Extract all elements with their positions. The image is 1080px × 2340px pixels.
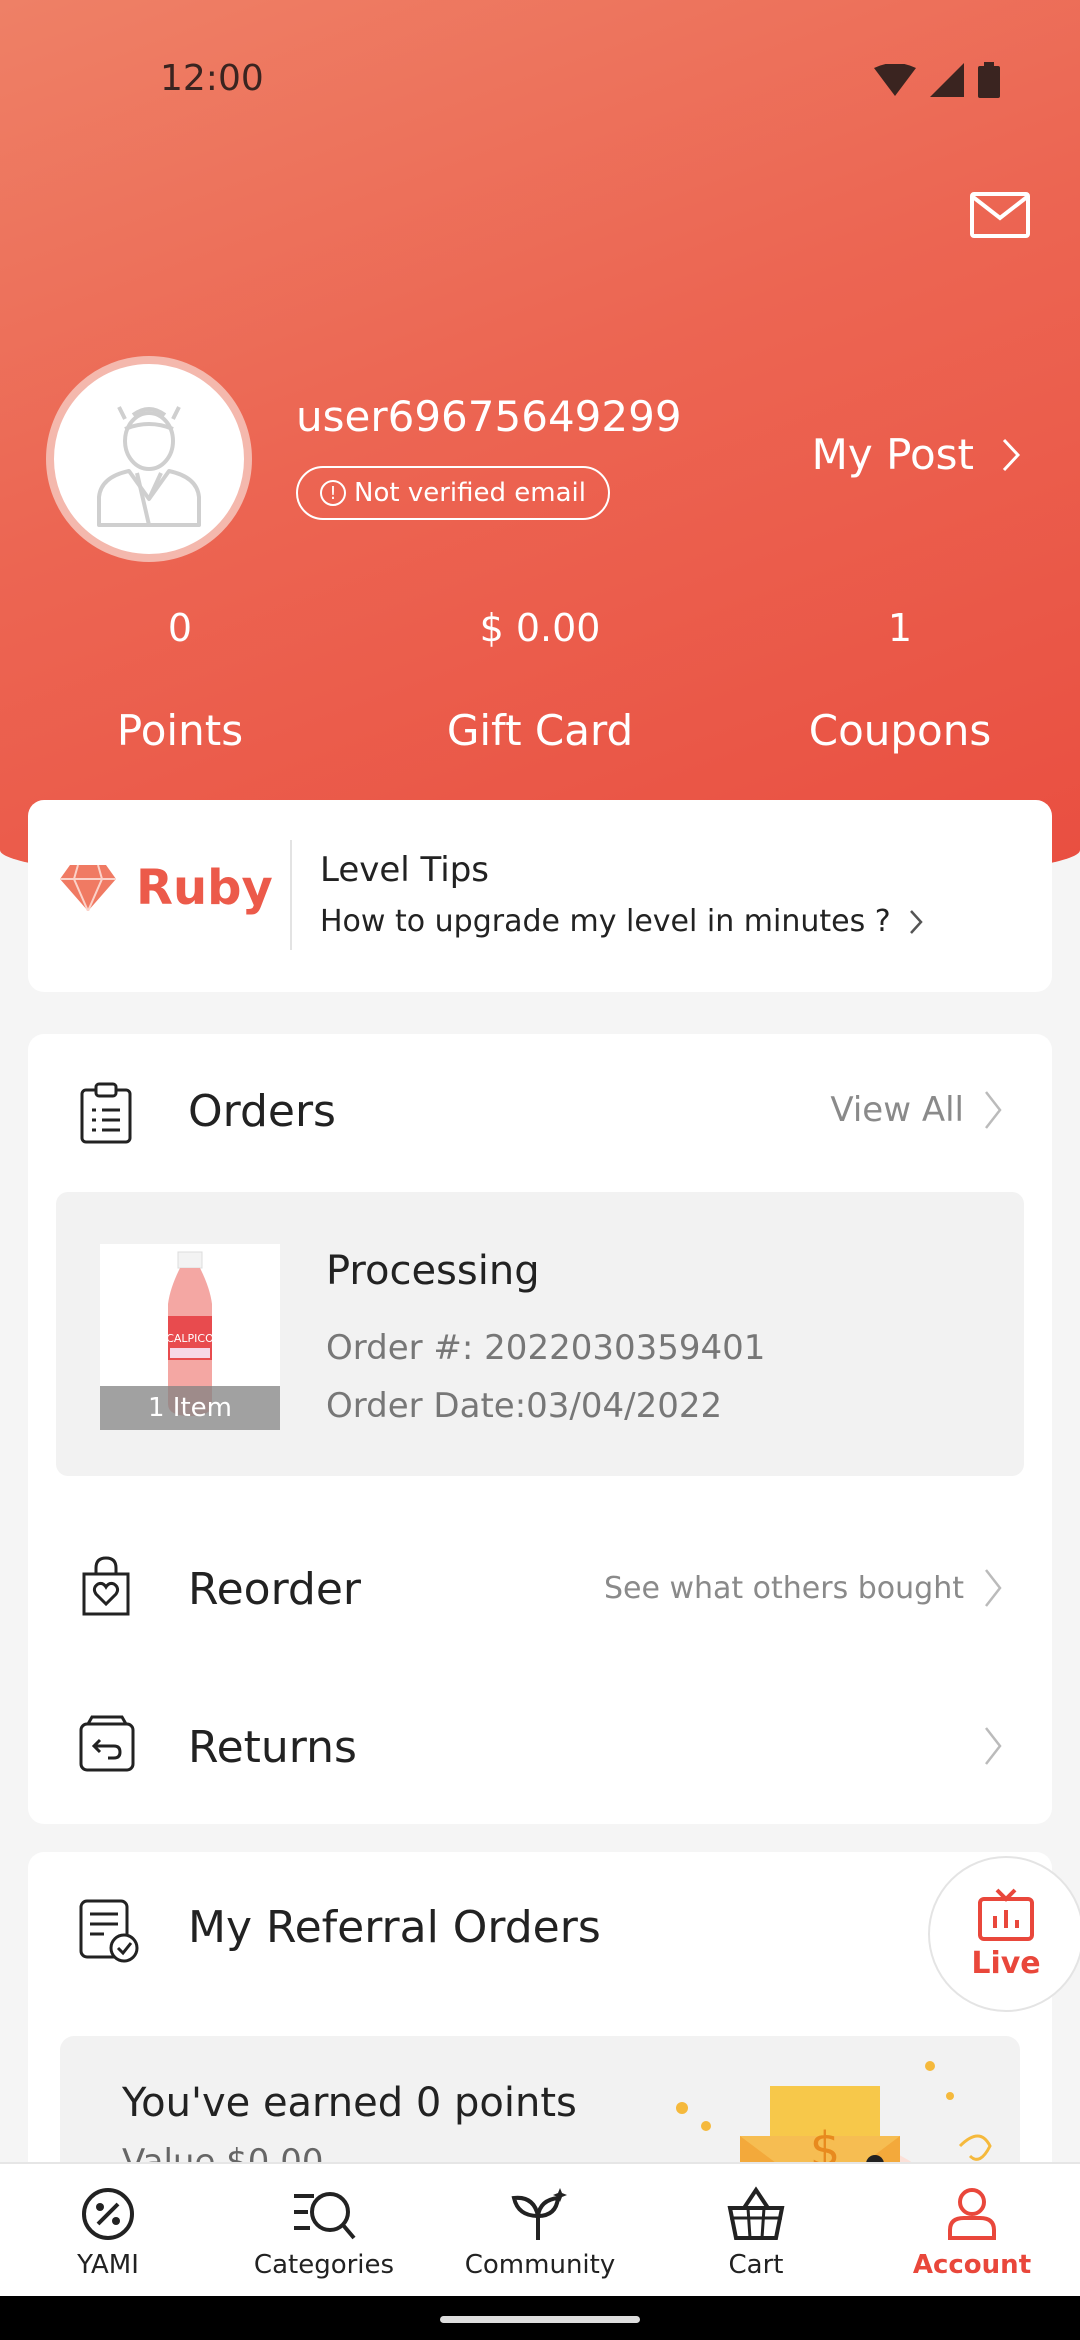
reorder-row[interactable]: Reorder See what others bought (28, 1512, 1052, 1662)
referral-orders-row[interactable]: My Referral Orders (28, 1852, 1052, 2012)
nav-label: Cart (728, 2250, 784, 2280)
bottom-nav: YAMI Categories Community Cart Account (0, 2162, 1080, 2296)
level-badge: Ruby (60, 860, 273, 916)
home-gesture-handle[interactable] (440, 2316, 640, 2323)
level-tips-subtitle: How to upgrade my level in minutes ? (320, 904, 891, 939)
nav-yami[interactable]: YAMI (0, 2164, 216, 2296)
nav-label: Categories (253, 2250, 395, 2280)
divider (290, 840, 292, 950)
orders-card: Orders View All CALPICO 1 Item Processin… (28, 1034, 1052, 1824)
signal-icon (930, 63, 964, 97)
verify-email-label: Not verified email (354, 478, 586, 508)
chevron-right-icon (985, 1569, 1002, 1607)
level-tips-link[interactable]: How to upgrade my level in minutes ? (320, 904, 923, 939)
battery-icon (978, 62, 1000, 98)
wifi-icon (874, 64, 916, 96)
nav-label: Community (464, 2250, 616, 2280)
default-avatar-icon (97, 406, 201, 527)
warning-icon: ! (320, 480, 346, 506)
nav-cart[interactable]: Cart (648, 2164, 864, 2296)
orders-row[interactable]: Orders View All (28, 1034, 1052, 1192)
categories-icon (294, 2192, 356, 2240)
stat-value: 0 (167, 606, 193, 650)
view-all-label: View All (830, 1090, 964, 1130)
item-count-label: 1 Item (100, 1386, 280, 1430)
status-bar: 12:00 (0, 0, 1080, 160)
community-icon (511, 2188, 567, 2240)
stat-value: 1 (887, 606, 913, 650)
stat-label: Points (116, 706, 244, 755)
my-post-link[interactable]: My Post (812, 430, 1020, 479)
referral-orders-title: My Referral Orders (188, 1902, 601, 1953)
stat-coupons[interactable]: 1 Coupons (720, 606, 1080, 755)
order-date: Order Date:03/04/2022 (326, 1386, 723, 1426)
clipboard-icon (80, 1082, 132, 1144)
referral-orders-icon (79, 1899, 139, 1963)
status-time: 12:00 (160, 58, 264, 99)
stat-gift-card[interactable]: $ 0.00 Gift Card (360, 606, 720, 755)
live-tv-icon (978, 1888, 1034, 1941)
status-icons (874, 62, 1000, 98)
view-all-link[interactable]: View All (830, 1090, 1002, 1130)
stat-label: Coupons (808, 706, 992, 755)
nav-categories[interactable]: Categories (216, 2164, 432, 2296)
avatar[interactable] (46, 356, 252, 562)
order-number: Order #: 2022030359401 (326, 1328, 766, 1368)
returns-icon (79, 1715, 135, 1772)
nav-account[interactable]: Account (864, 2164, 1080, 2296)
stat-label: Gift Card (446, 706, 634, 755)
chevron-right-icon (1002, 438, 1020, 471)
account-stats: 0 Points $ 0.00 Gift Card 1 Coupons (0, 606, 1080, 755)
earned-points-text: You've earned 0 points (122, 2080, 577, 2126)
reorder-title: Reorder (188, 1564, 361, 1615)
stat-points[interactable]: 0 Points (0, 606, 360, 755)
returns-title: Returns (188, 1722, 357, 1773)
reorder-hint-link[interactable]: See what others bought (604, 1568, 1002, 1608)
level-name: Ruby (136, 860, 273, 916)
reorder-hint: See what others bought (603, 1570, 964, 1606)
nav-label: YAMI (77, 2250, 139, 2280)
order-thumbnail: CALPICO 1 Item (100, 1244, 280, 1430)
yami-icon (82, 2188, 134, 2240)
returns-chevron[interactable] (984, 1726, 1002, 1766)
chevron-right-icon (909, 909, 923, 934)
level-card[interactable]: Ruby Level Tips How to upgrade my level … (28, 800, 1052, 992)
cart-icon (727, 2186, 785, 2240)
my-post-label: My Post (811, 430, 974, 479)
order-status: Processing (326, 1248, 540, 1294)
level-tips-title: Level Tips (320, 850, 490, 890)
svg-text:CALPICO: CALPICO (166, 1332, 214, 1345)
returns-row[interactable]: Returns (28, 1670, 1052, 1820)
account-icon (948, 2188, 996, 2240)
chevron-right-icon (985, 1727, 1002, 1765)
ruby-gem-icon (60, 865, 116, 911)
gesture-bar (0, 2296, 1080, 2340)
username: user69675649299 (296, 392, 682, 441)
nav-community[interactable]: Community (432, 2164, 648, 2296)
live-label: Live (971, 1945, 1041, 1981)
chevron-right-icon (985, 1091, 1002, 1129)
live-button[interactable]: Live (928, 1856, 1080, 2012)
shopping-bag-heart-icon (82, 1556, 130, 1616)
mail-icon[interactable] (970, 192, 1030, 240)
orders-title: Orders (188, 1086, 336, 1137)
latest-order[interactable]: CALPICO 1 Item Processing Order #: 20220… (56, 1192, 1024, 1476)
stat-value: $ 0.00 (479, 606, 601, 650)
nav-label: Account (912, 2250, 1032, 2280)
verify-email-badge[interactable]: ! Not verified email (296, 466, 610, 520)
